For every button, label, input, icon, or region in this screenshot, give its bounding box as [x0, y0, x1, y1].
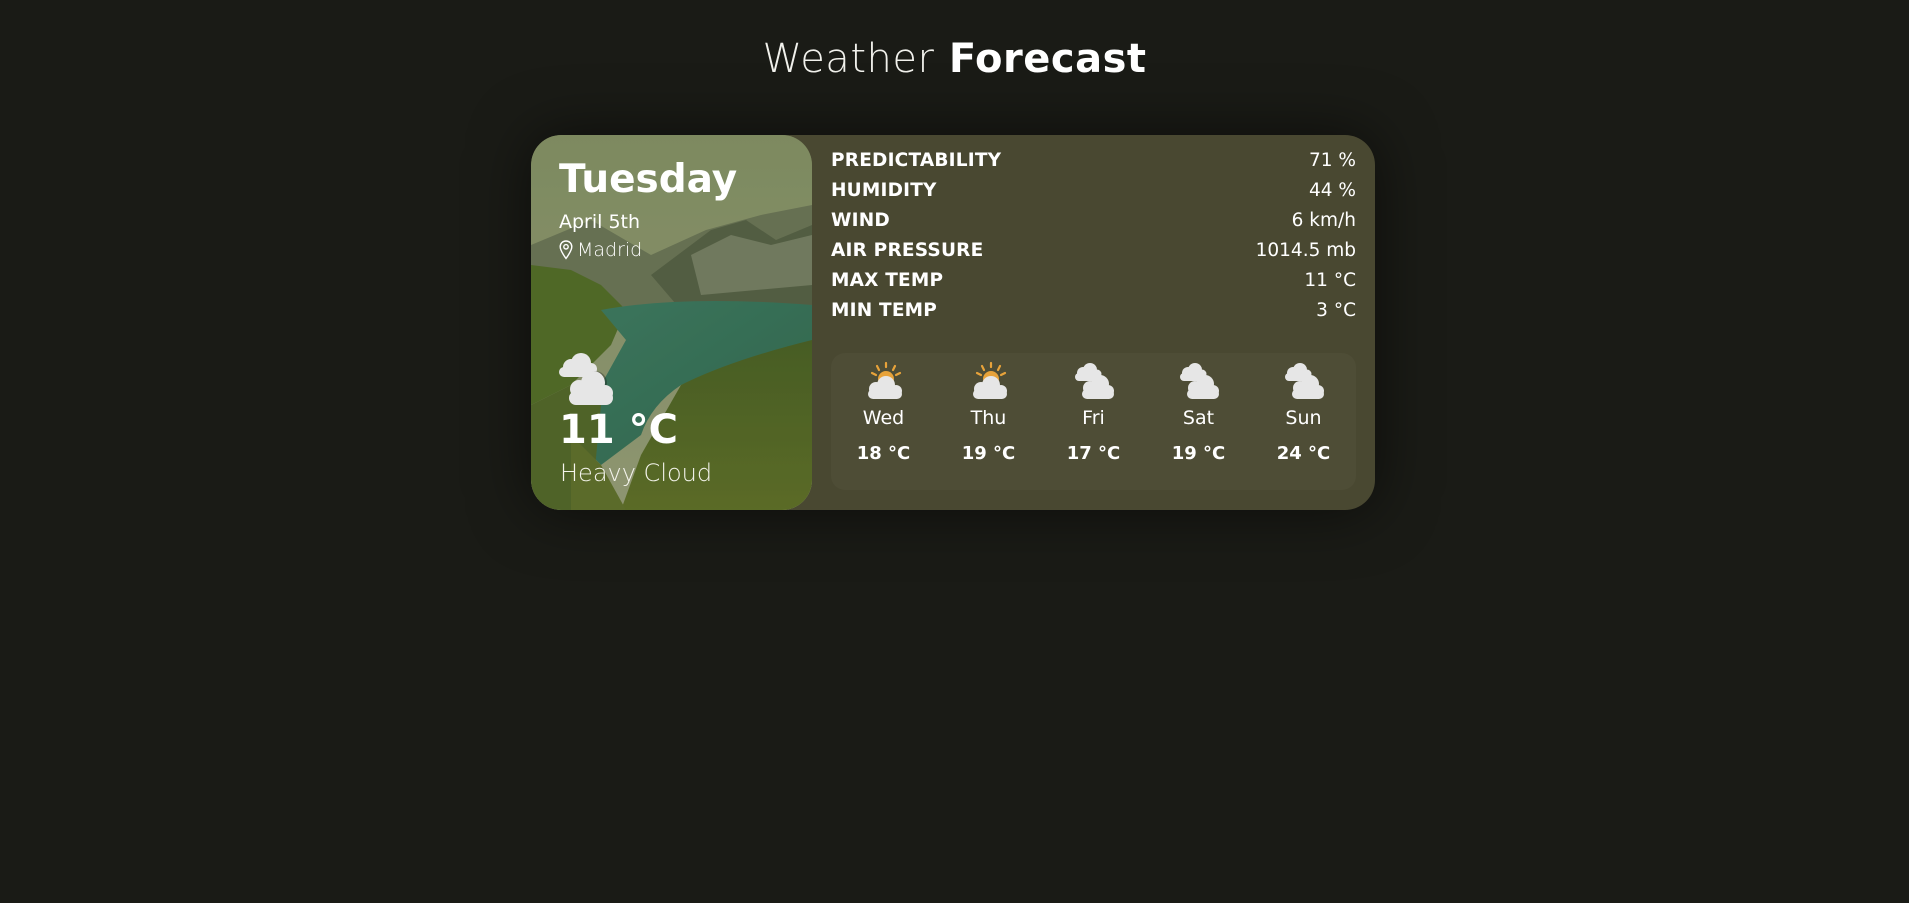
forecast-day-name: Thu — [970, 407, 1007, 429]
location-name: Madrid — [577, 239, 643, 261]
stat-label: MAX TEMP — [831, 269, 944, 291]
stat-label: PREDICTABILITY — [831, 149, 1002, 171]
forecast-day-temp: 19 °C — [1171, 443, 1226, 464]
forecast-day-wed[interactable]: Wed 18 °C — [834, 361, 934, 490]
partly-sunny-icon — [972, 361, 1007, 399]
stat-row-humidity: HUMIDITY 44 % — [831, 175, 1356, 205]
forecast-day-temp: 18 °C — [856, 443, 911, 464]
stat-value: 3 °C — [1316, 299, 1356, 321]
forecast-day-name: Fri — [1082, 407, 1105, 429]
current-location: Madrid — [559, 239, 642, 261]
current-day: Tuesday — [559, 157, 738, 202]
page-title: Weather Forecast — [0, 36, 1909, 82]
partly-sunny-icon — [867, 361, 902, 399]
stat-label: HUMIDITY — [831, 179, 937, 201]
forecast-day-sun[interactable]: Sun 24 °C — [1254, 361, 1354, 490]
stat-row-wind: WIND 6 km/h — [831, 205, 1356, 235]
stat-label: AIR PRESSURE — [831, 239, 984, 261]
forecast-day-name: Wed — [862, 407, 905, 429]
heavy-cloud-icon — [1179, 363, 1219, 399]
current-date: April 5th — [559, 211, 641, 233]
forecast-day-name: Sun — [1285, 407, 1322, 429]
forecast-day-temp: 17 °C — [1066, 443, 1121, 464]
stat-row-max-temp: MAX TEMP 11 °C — [831, 265, 1356, 295]
stat-row-predictability: PREDICTABILITY 71 % — [831, 145, 1356, 175]
stat-value: 11 °C — [1304, 269, 1356, 291]
stat-label: WIND — [831, 209, 890, 231]
page-title-light: Weather — [762, 36, 935, 82]
forecast-day-sat[interactable]: Sat 19 °C — [1149, 361, 1249, 490]
page-bottom-strip — [0, 903, 1909, 916]
page-title-bold: Forecast — [948, 36, 1147, 82]
stat-row-air-pressure: AIR PRESSURE 1014.5 mb — [831, 235, 1356, 265]
forecast-day-temp: 24 °C — [1276, 443, 1331, 464]
stat-value: 6 km/h — [1291, 209, 1356, 231]
stat-value: 1014.5 mb — [1255, 239, 1356, 261]
stat-label: MIN TEMP — [831, 299, 938, 321]
forecast-day-temp: 19 °C — [961, 443, 1016, 464]
heavy-cloud-icon — [1074, 363, 1114, 399]
page: Weather Forecast Tuesday April 5th Madri… — [0, 0, 1909, 903]
heavy-cloud-icon — [1284, 363, 1324, 399]
stat-row-min-temp: MIN TEMP 3 °C — [831, 295, 1356, 325]
weather-card: Tuesday April 5th Madrid 11 °C Heavy Clo… — [531, 135, 1375, 510]
weather-stats: PREDICTABILITY 71 % HUMIDITY 44 % WIND 6… — [831, 145, 1356, 325]
forecast-day-thu[interactable]: Thu 19 °C — [939, 361, 1039, 490]
stat-value: 71 % — [1309, 149, 1356, 171]
current-temperature: 11 °C — [559, 407, 678, 453]
forecast-panel: Wed 18 °C Thu 19 °C Fri 17 °C Sat 19 °C … — [831, 353, 1356, 490]
current-condition: Heavy Cloud — [560, 459, 713, 487]
current-weather-panel: Tuesday April 5th Madrid 11 °C Heavy Clo… — [531, 135, 812, 510]
stat-value: 44 % — [1309, 179, 1356, 201]
forecast-day-fri[interactable]: Fri 17 °C — [1044, 361, 1144, 490]
forecast-day-name: Sat — [1182, 407, 1215, 429]
heavy-cloud-icon — [559, 353, 613, 405]
map-pin-icon — [559, 240, 573, 260]
